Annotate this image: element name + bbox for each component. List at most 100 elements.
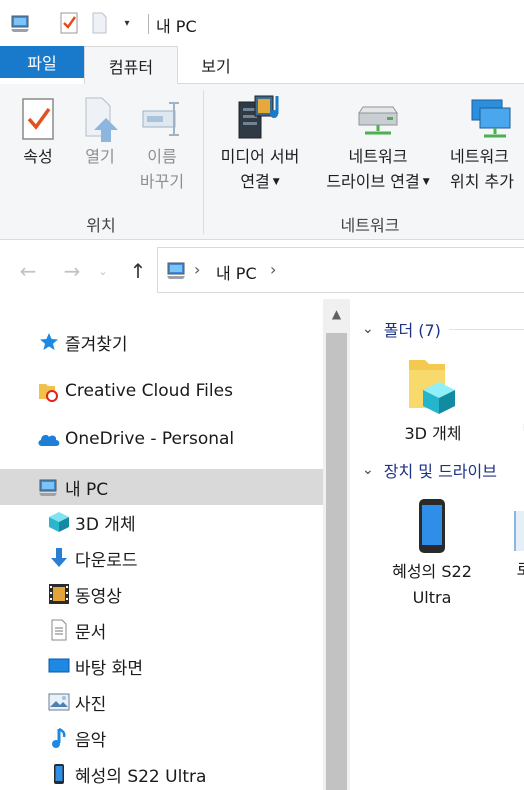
nav-item-documents[interactable]: 문서 — [0, 612, 323, 648]
up-arrow-icon[interactable]: ↑ — [124, 257, 152, 285]
breadcrumb-chevron-icon[interactable]: › — [194, 260, 200, 279]
folders-header-label: 폴더 (7) — [383, 321, 441, 340]
nav-item-creative-cloud[interactable]: Creative Cloud Files — [0, 373, 323, 409]
nav-item-music[interactable]: 음악 — [0, 720, 323, 756]
computer-icon — [166, 260, 188, 284]
properties-checklist-icon[interactable] — [56, 9, 82, 37]
folder-tile-3d-objects[interactable]: 3D 개체 — [390, 355, 476, 447]
customize-toolbar-dropdown-icon[interactable]: ▾ — [114, 9, 140, 37]
scroll-up-arrow-icon[interactable]: ▲ — [323, 299, 350, 329]
scroll-thumb[interactable] — [326, 333, 347, 790]
phone-icon — [380, 495, 484, 557]
nav-label: Creative Cloud Files — [65, 381, 233, 401]
back-arrow-icon[interactable]: ← — [14, 257, 42, 285]
picture-icon — [47, 690, 71, 714]
phone-icon — [47, 762, 71, 786]
title-bar: ▾ 내 PC — [0, 0, 524, 46]
nav-item-quick-access[interactable]: 즐겨찾기 — [0, 324, 323, 360]
3d-objects-folder-icon — [390, 355, 476, 417]
properties-label: 속성 — [23, 147, 53, 166]
folders-section-header[interactable]: ⌄ 폴더 (7) — [362, 317, 524, 341]
nav-label: 3D 개체 — [75, 514, 136, 535]
open-label: 열기 — [85, 147, 115, 166]
nav-label: 다운로드 — [75, 550, 138, 571]
breadcrumb-chevron-icon[interactable]: › — [270, 260, 276, 279]
nav-item-pictures[interactable]: 사진 — [0, 684, 323, 720]
section-divider — [448, 328, 524, 330]
nav-label: 동영상 — [75, 586, 122, 607]
navigation-pane: 즐겨찾기 Creative Cloud Files OneDrive - Per… — [0, 299, 323, 790]
add-network-location-button[interactable]: 네트워크 위치 추가 — [446, 90, 524, 194]
rename-label-line2: 바꾸기 — [139, 172, 185, 191]
forward-arrow-icon[interactable]: → — [58, 257, 86, 285]
breadcrumb-this-pc[interactable]: 내 PC — [216, 260, 257, 284]
rename-textbox-icon — [134, 94, 190, 144]
star-icon — [37, 330, 61, 354]
tab-computer[interactable]: 컴퓨터 — [84, 46, 178, 84]
title-separator — [148, 14, 149, 34]
nav-label: 혜성의 S22 Ultra — [75, 766, 207, 787]
map-drive-label-line1: 네트워크 — [348, 147, 408, 166]
download-arrow-icon — [47, 546, 71, 570]
device-tile-label-line2: Ultra — [412, 588, 452, 607]
computer-icon[interactable] — [8, 9, 34, 37]
network-location-icon — [446, 90, 524, 144]
film-icon — [47, 582, 71, 606]
nav-pane-scrollbar[interactable]: ▲ — [323, 299, 350, 790]
music-note-icon — [47, 726, 71, 750]
nav-label: 사진 — [75, 694, 107, 715]
nav-label: 음악 — [75, 730, 107, 751]
device-tile-phone[interactable]: 혜성의 S22 Ultra — [380, 495, 484, 611]
device-tile-label-line1: 혜성의 S22 — [392, 562, 472, 581]
content-pane: ⌄ 폴더 (7) 3D 개체 ㄷ ⌄ 장치 및 드라이브 혜성의 S22 Ult… — [350, 299, 524, 790]
recent-locations-chevron-icon[interactable]: ⌄ — [94, 257, 112, 285]
tab-file[interactable]: 파일 — [0, 46, 84, 78]
ribbon-panel: 속성 열기 이름 바꾸기 위치 미디어 서버 연결 ▼ 네트워크 드라이브 연결 ▼ — [0, 84, 524, 240]
nav-item-onedrive[interactable]: OneDrive - Personal — [0, 421, 323, 457]
nav-item-desktop[interactable]: 바탕 화면 — [0, 648, 323, 684]
3d-cube-icon — [47, 510, 71, 534]
nav-item-videos[interactable]: 동영상 — [0, 576, 323, 612]
tab-view[interactable]: 보기 — [178, 46, 254, 84]
dropdown-caret-icon: ▼ — [422, 177, 430, 187]
devices-header-label: 장치 및 드라이브 — [383, 462, 497, 481]
add-location-label-line1: 네트워크 — [450, 147, 509, 166]
media-server-label-line2: 연결 ▼ — [240, 172, 280, 191]
devices-section-header[interactable]: ⌄ 장치 및 드라이브 — [362, 458, 497, 482]
media-server-icon — [210, 90, 310, 144]
ribbon-tabs: 파일 컴퓨터 보기 — [0, 46, 524, 84]
nav-item-this-pc[interactable]: 내 PC — [0, 469, 323, 505]
folder-tile-label: 3D 개체 — [404, 424, 462, 443]
nav-label: 내 PC — [65, 479, 109, 500]
map-network-drive-button[interactable]: 네트워크 드라이브 연결 ▼ — [312, 90, 444, 195]
group-label-network: 네트워크 — [340, 216, 400, 235]
group-label-location: 위치 — [86, 216, 116, 235]
network-drive-icon — [312, 90, 444, 144]
properties-checklist-icon — [14, 94, 62, 144]
clipped-drive-icon[interactable] — [514, 511, 524, 551]
nav-item-3d-objects[interactable]: 3D 개체 — [0, 504, 323, 540]
nav-label: 즐겨찾기 — [65, 334, 128, 355]
window-title: 내 PC — [156, 17, 197, 36]
add-location-label-line2: 위치 추가 — [450, 172, 514, 191]
open-arrow-icon — [76, 94, 124, 144]
map-drive-label-line2: 드라이브 연결 ▼ — [326, 172, 430, 191]
clipped-tile-glyph: ㄷ — [518, 415, 524, 441]
nav-item-phone[interactable]: 혜성의 S22 Ultra — [0, 756, 323, 790]
cloud-icon — [37, 427, 61, 451]
dropdown-caret-icon: ▼ — [272, 177, 280, 187]
new-folder-icon[interactable] — [86, 9, 112, 37]
collapse-chevron-icon[interactable]: ⌄ — [362, 321, 374, 337]
connect-media-server-button[interactable]: 미디어 서버 연결 ▼ — [210, 90, 310, 195]
document-icon — [47, 618, 71, 642]
open-button[interactable]: 열기 — [76, 94, 124, 169]
nav-item-downloads[interactable]: 다운로드 — [0, 540, 323, 576]
creative-cloud-folder-icon — [37, 379, 61, 403]
clipped-tile-glyph: 로 — [516, 560, 524, 579]
address-bar[interactable]: › 내 PC › — [157, 247, 524, 293]
properties-button[interactable]: 속성 — [14, 94, 62, 169]
rename-button[interactable]: 이름 바꾸기 — [134, 94, 190, 194]
collapse-chevron-icon[interactable]: ⌄ — [362, 462, 374, 478]
computer-icon — [37, 475, 61, 499]
media-server-label-line1: 미디어 서버 — [220, 147, 300, 166]
